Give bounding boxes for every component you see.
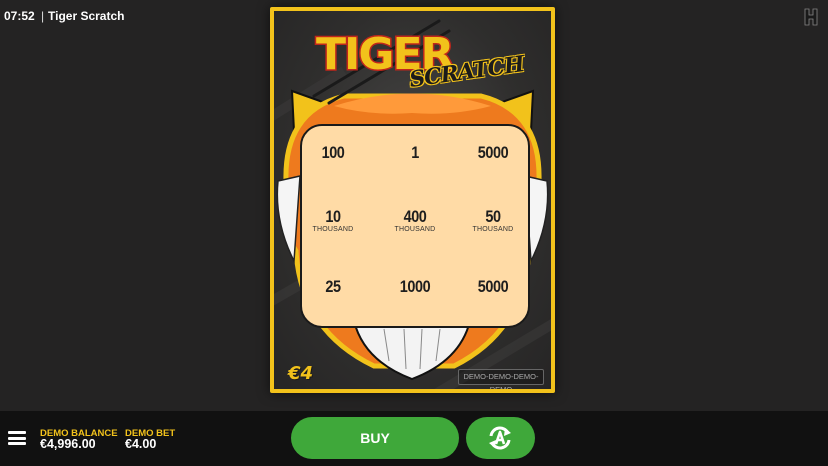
prize-unit: THOUSAND xyxy=(394,226,436,233)
prize-cell: 50 THOUSAND xyxy=(455,208,531,234)
prize-value: 25 xyxy=(325,277,341,296)
bet-value[interactable]: €4.00 xyxy=(125,437,156,451)
prize-value: 1 xyxy=(411,143,419,162)
clock: 07:52 xyxy=(4,9,35,23)
header-separator: | xyxy=(41,9,45,23)
prize-cell: 1000 xyxy=(377,278,453,296)
buy-button[interactable]: BUY xyxy=(291,417,459,459)
autoplay-icon xyxy=(489,426,511,450)
prize-unit: THOUSAND xyxy=(312,226,354,233)
prize-value: 5000 xyxy=(477,277,509,296)
prize-value: 10 xyxy=(325,207,341,226)
ticket-price: €4 xyxy=(288,363,314,384)
balance-value: €4,996.00 xyxy=(40,437,96,451)
prize-cell: 400 THOUSAND xyxy=(377,208,453,234)
prize-cell: 25 xyxy=(295,278,371,296)
prize-value: 5000 xyxy=(477,143,509,162)
prize-cell: 5000 xyxy=(455,144,531,162)
bottom-bar: DEMO BALANCE €4,996.00 DEMO BET €4.00 BU… xyxy=(0,411,828,466)
prize-cell: 10 THOUSAND xyxy=(295,208,371,234)
prize-value: 400 xyxy=(403,207,427,226)
prize-value: 50 xyxy=(485,207,501,226)
game-title: Tiger Scratch xyxy=(48,9,125,23)
provider-logo-icon xyxy=(804,8,818,26)
scratch-area[interactable]: 100 1 5000 10 THOUSAND 400 THOUSAND 50 T… xyxy=(300,124,530,328)
ticket-background: TIGER SCRATCH 100 1 5000 10 THOUSAND 400 xyxy=(274,11,551,389)
scratch-ticket: TIGER SCRATCH 100 1 5000 10 THOUSAND 400 xyxy=(270,7,555,393)
prize-cell: 5000 xyxy=(455,278,531,296)
hamburger-menu-icon[interactable] xyxy=(8,431,26,445)
prize-unit: THOUSAND xyxy=(472,226,514,233)
autoplay-button[interactable] xyxy=(466,417,535,459)
demo-watermark: DEMO-DEMO-DEMO-DEMO xyxy=(458,369,544,389)
prize-cell: 100 xyxy=(295,144,371,162)
prize-cell: 1 xyxy=(377,144,453,162)
prize-value: 1000 xyxy=(399,277,431,296)
prize-value: 100 xyxy=(321,143,345,162)
